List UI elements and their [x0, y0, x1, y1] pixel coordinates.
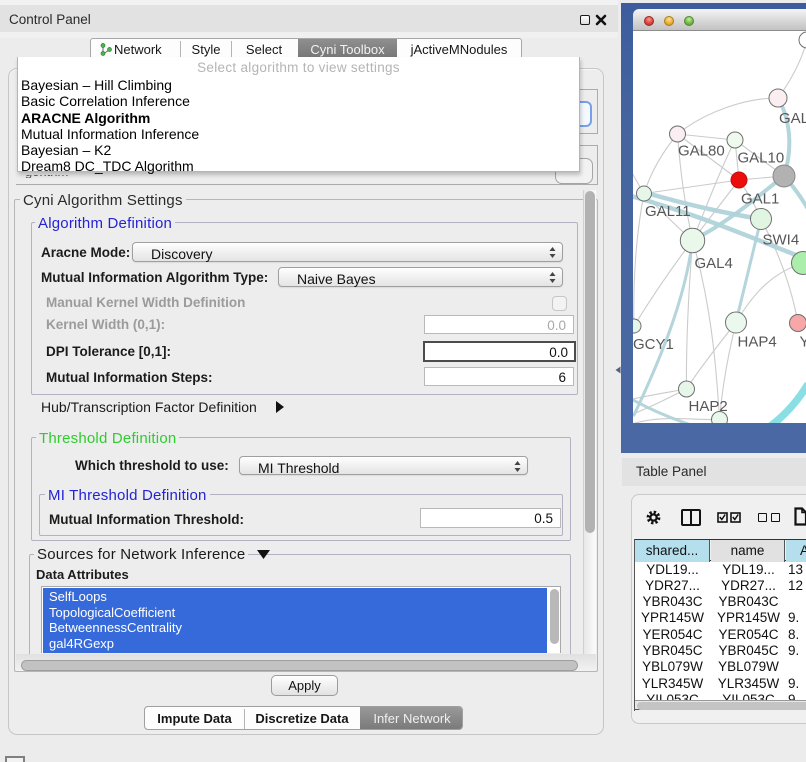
svg-text:YM: YM — [800, 334, 806, 351]
svg-text:HAP4: HAP4 — [738, 334, 777, 351]
svg-text:HAP2: HAP2 — [689, 398, 728, 415]
svg-text:GCY1: GCY1 — [633, 336, 674, 353]
svg-text:GAL11: GAL11 — [645, 203, 691, 220]
svg-text:GAL7: GAL7 — [779, 110, 806, 127]
svg-text:GAL1: GAL1 — [741, 191, 779, 208]
svg-text:SWI4: SWI4 — [763, 232, 800, 249]
svg-text:GAL80: GAL80 — [678, 143, 725, 160]
svg-text:GAL10: GAL10 — [738, 150, 785, 167]
svg-text:GAL4: GAL4 — [695, 255, 733, 272]
